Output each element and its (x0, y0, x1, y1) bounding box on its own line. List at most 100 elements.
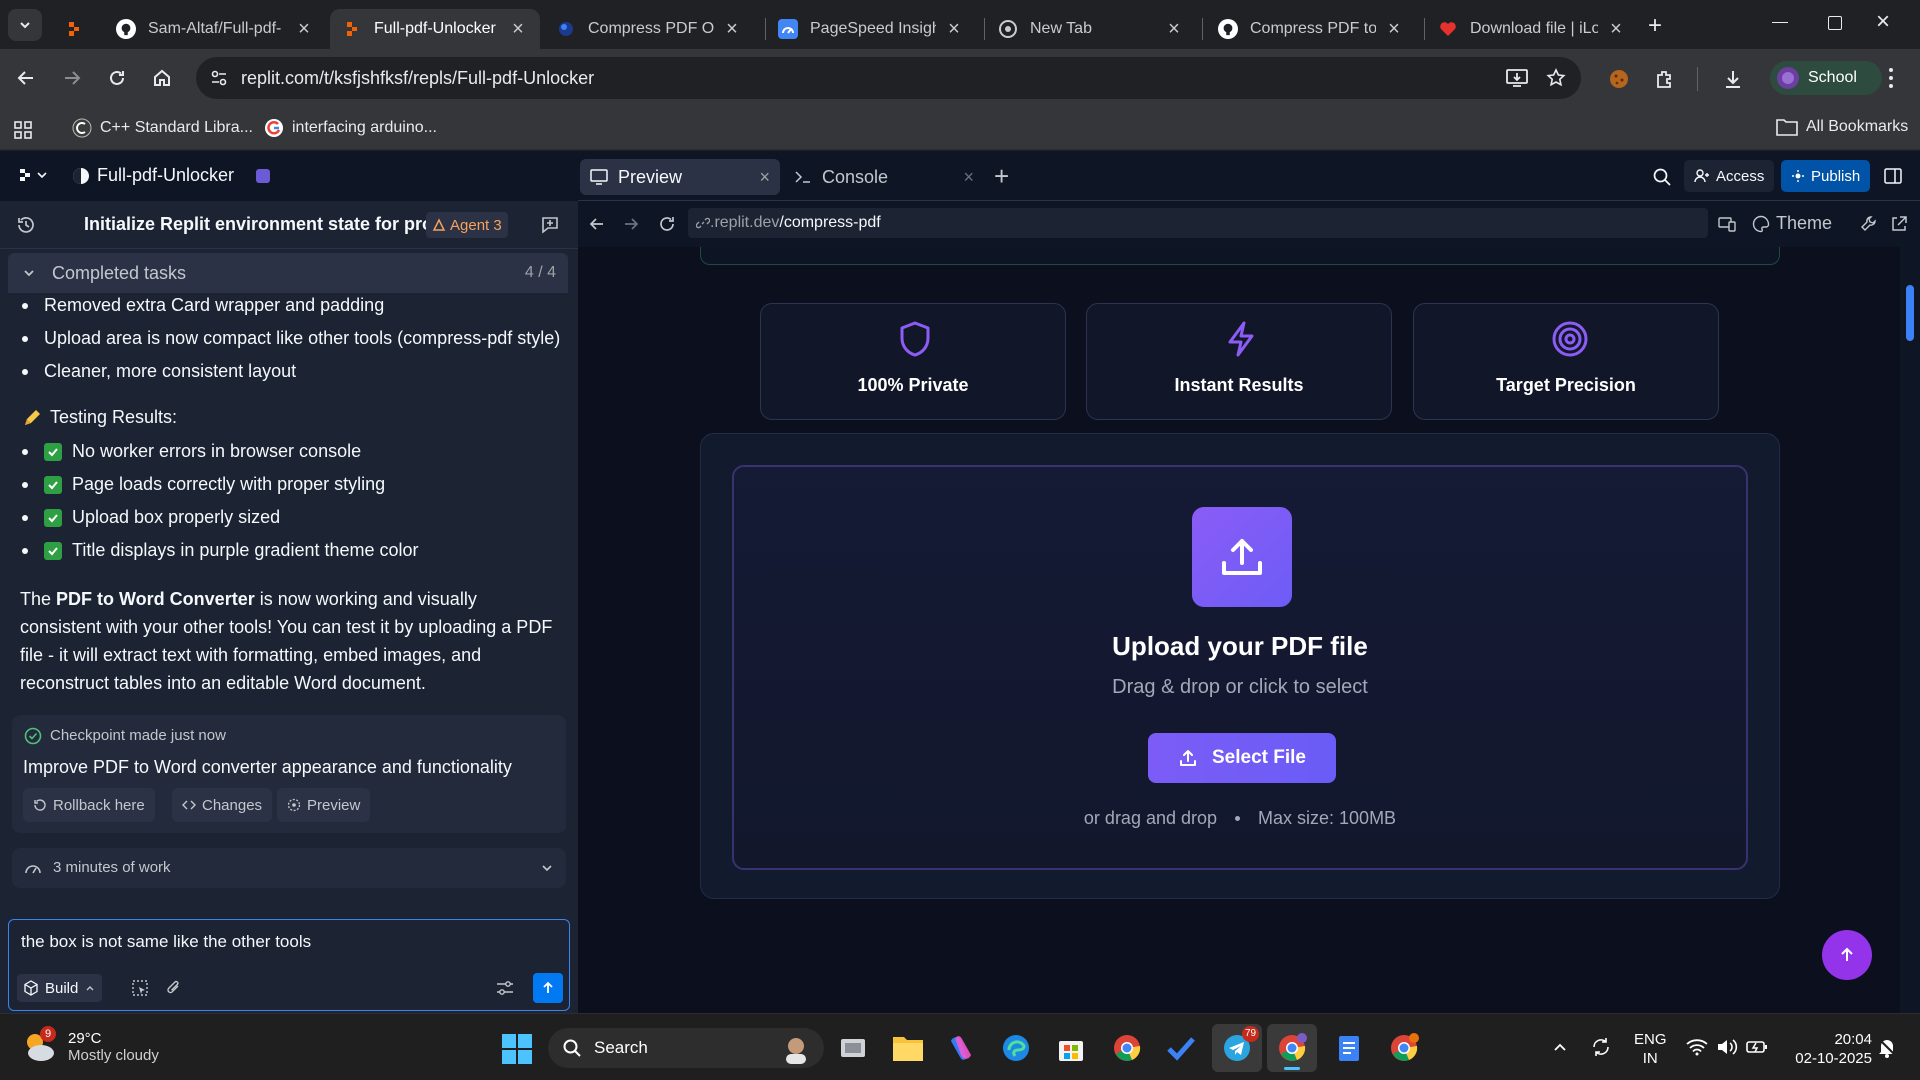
download-icon[interactable] (1722, 68, 1744, 90)
taskbar-search[interactable]: Search (548, 1028, 824, 1068)
back-icon[interactable] (16, 68, 36, 88)
chevron-up-icon[interactable] (1552, 1039, 1568, 1055)
project-name[interactable]: Full-pdf-Unlocker (97, 165, 234, 186)
minimize-button[interactable] (1772, 22, 1788, 23)
new-chat-icon[interactable] (540, 215, 560, 235)
work-time-row[interactable]: 3 minutes of work (12, 848, 566, 888)
settings-sliders-icon[interactable] (495, 979, 515, 997)
new-tab-button[interactable]: + (1648, 12, 1662, 40)
wrench-icon[interactable] (1860, 215, 1878, 233)
site-info-icon[interactable] (210, 69, 228, 87)
all-bookmarks[interactable]: All Bookmarks (1776, 118, 1908, 136)
extensions-icon[interactable] (1654, 68, 1676, 90)
cookie-extension-icon[interactable] (1608, 68, 1630, 90)
browser-tab[interactable] (52, 9, 100, 49)
close-icon[interactable]: × (1384, 18, 1404, 41)
telegram-taskbar-item[interactable]: 79 (1212, 1024, 1262, 1072)
start-button[interactable] (502, 1034, 532, 1069)
restore-button[interactable] (1828, 16, 1842, 30)
close-window-button[interactable]: × (1876, 8, 1890, 36)
chrome-profile-taskbar-item[interactable] (1267, 1024, 1317, 1072)
notepad-icon[interactable] (1334, 1033, 1364, 1063)
completed-tasks-header[interactable]: Completed tasks 4 / 4 (8, 253, 568, 293)
microsoft-store-icon[interactable] (1056, 1033, 1086, 1063)
task-view-icon[interactable] (838, 1033, 868, 1063)
send-button[interactable] (533, 973, 563, 1003)
star-icon[interactable] (1546, 68, 1566, 88)
preview-checkpoint-button[interactable]: Preview (277, 788, 371, 822)
battery-icon[interactable] (1746, 1038, 1768, 1056)
back-icon[interactable] (588, 215, 606, 233)
language-indicator[interactable]: ENG IN (1634, 1030, 1667, 1068)
edge-icon[interactable] (1001, 1033, 1031, 1063)
chat-input-text[interactable]: the box is not same like the other tools (21, 932, 311, 952)
select-element-icon[interactable] (131, 979, 149, 997)
close-icon[interactable]: × (1606, 18, 1626, 41)
weather-icon: 9 (20, 1026, 58, 1066)
bookmark-item[interactable]: C++ Standard Libra... (72, 118, 253, 138)
chrome-icon[interactable] (1389, 1033, 1419, 1063)
upload-dropzone[interactable]: Upload your PDF file Drag & drop or clic… (732, 465, 1748, 870)
split-pane-icon[interactable] (1884, 167, 1902, 185)
new-pane-tab-button[interactable]: + (994, 161, 1009, 192)
browser-tab[interactable]: Sam-Altaf/Full-pdf- × (104, 9, 326, 49)
home-icon[interactable] (152, 68, 172, 88)
scrollbar-thumb[interactable] (1906, 285, 1914, 341)
publish-button[interactable]: Publish (1781, 160, 1871, 192)
profile-button[interactable]: School (1770, 61, 1882, 95)
close-icon[interactable]: × (944, 18, 964, 41)
rollback-button[interactable]: Rollback here (23, 788, 155, 822)
weather-widget[interactable]: 9 29°C Mostly cloudy (20, 1026, 159, 1066)
close-icon[interactable]: × (1164, 18, 1184, 41)
browser-tab[interactable]: Download file | iLov × (1426, 9, 1638, 49)
tab-console[interactable]: Console × (784, 159, 984, 195)
close-icon[interactable]: × (294, 18, 314, 41)
history-icon[interactable] (16, 215, 36, 235)
access-button[interactable]: Access (1684, 160, 1775, 192)
scrollbar-track[interactable] (1900, 247, 1920, 1013)
wifi-icon[interactable] (1686, 1038, 1708, 1056)
volume-icon[interactable] (1716, 1038, 1738, 1056)
toolbar-divider (1697, 67, 1698, 91)
close-icon[interactable]: × (722, 18, 742, 41)
apps-grid-icon[interactable] (14, 121, 32, 139)
changes-button[interactable]: Changes (172, 788, 273, 822)
theme-button[interactable]: Theme (1752, 213, 1832, 234)
upload-icon (1178, 748, 1198, 768)
menu-dots-icon[interactable] (1888, 66, 1894, 90)
forward-icon[interactable] (62, 68, 82, 88)
close-icon[interactable]: × (759, 167, 770, 188)
forward-icon[interactable] (622, 215, 640, 233)
bookmark-item[interactable]: interfacing arduino... (264, 118, 437, 138)
sync-icon[interactable] (1590, 1036, 1612, 1058)
file-explorer-icon[interactable] (892, 1033, 924, 1063)
install-app-icon[interactable] (1506, 68, 1528, 88)
chat-input-box[interactable]: the box is not same like the other tools… (8, 919, 570, 1011)
tab-preview[interactable]: Preview × (580, 159, 780, 195)
search-icon[interactable] (1652, 167, 1672, 187)
close-icon[interactable]: × (508, 18, 528, 41)
select-file-button[interactable]: Select File (1148, 733, 1336, 783)
browser-tab[interactable]: Compress PDF Onli × (544, 9, 754, 49)
notification-bell-icon[interactable] (1876, 1036, 1898, 1058)
devices-icon[interactable] (1718, 215, 1736, 233)
open-external-icon[interactable] (1890, 215, 1908, 233)
browser-tab-active[interactable]: Full-pdf-Unlocker - × (330, 9, 540, 49)
browser-tab[interactable]: PageSpeed Insights × (766, 9, 976, 49)
close-icon[interactable]: × (963, 167, 974, 188)
tab-search-button[interactable] (8, 9, 42, 41)
address-bar[interactable]: replit.com/t/ksfjshfksf/repls/Full-pdf-U… (196, 57, 1581, 99)
attach-icon[interactable] (165, 979, 183, 997)
todo-icon[interactable] (1166, 1033, 1196, 1063)
scroll-to-top-button[interactable] (1822, 930, 1872, 980)
copilot-icon[interactable] (946, 1033, 976, 1063)
browser-tab[interactable]: New Tab × (986, 9, 1196, 49)
browser-tab[interactable]: Compress PDF to 5( × (1206, 9, 1416, 49)
mode-selector[interactable]: Build (17, 974, 103, 1002)
replit-menu-icon[interactable] (18, 167, 48, 183)
reload-icon[interactable] (658, 215, 676, 233)
chrome-icon[interactable] (1112, 1033, 1142, 1063)
clock[interactable]: 20:04 02-10-2025 (1786, 1030, 1872, 1068)
reload-icon[interactable] (107, 68, 127, 88)
preview-url-field[interactable]: .replit.dev/compress-pdf (688, 208, 1708, 238)
